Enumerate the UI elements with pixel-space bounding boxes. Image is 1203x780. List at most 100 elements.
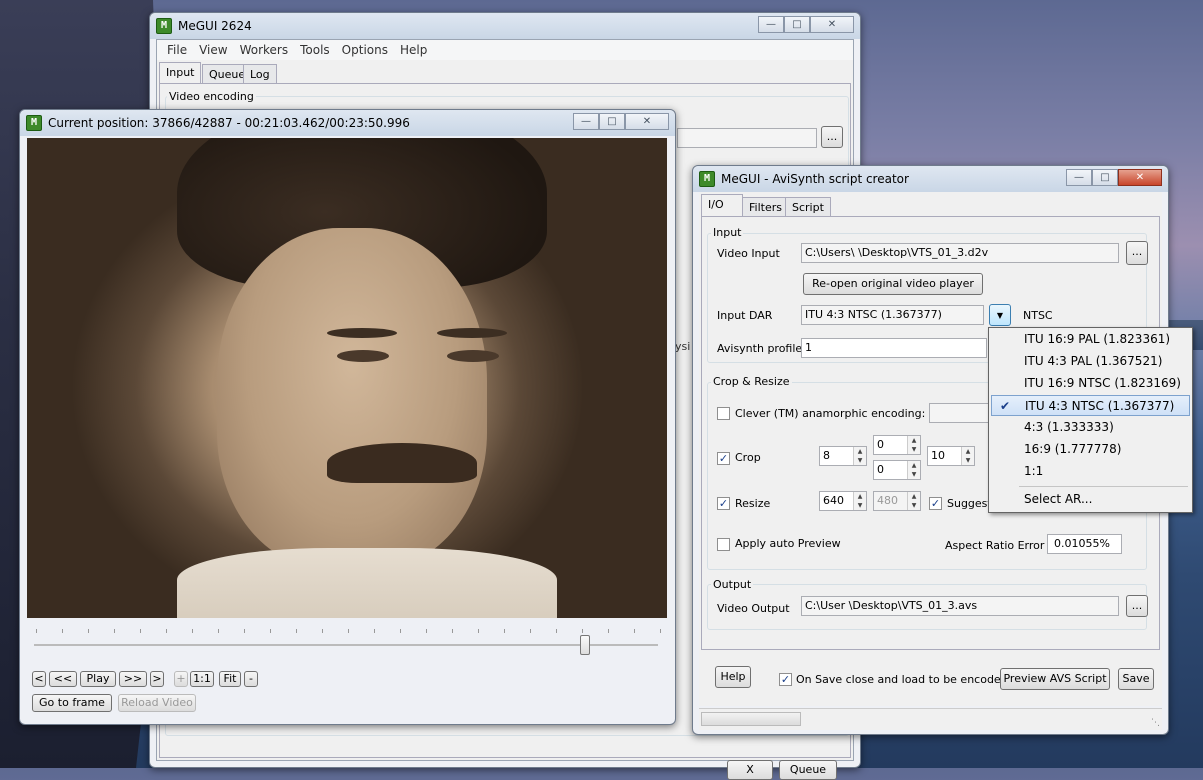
maximize-icon[interactable]: □	[599, 113, 625, 130]
preview-window-title: Current position: 37866/42887 - 00:21:03…	[48, 116, 410, 130]
preview-avs-script-button[interactable]: Preview AVS Script	[1000, 668, 1110, 690]
output-group-title: Output	[711, 578, 754, 591]
fit-button[interactable]: Fit	[219, 671, 241, 687]
clever-anamorphic-combobox[interactable]	[929, 403, 989, 423]
aspect-ratio-error-field[interactable]: 0.01055%	[1047, 534, 1122, 554]
spin-arrows-icon[interactable]: ▲ ▼	[853, 492, 866, 510]
main-window-title: MeGUI 2624	[178, 19, 252, 33]
input-dar-dropdown-button[interactable]: ▼	[989, 304, 1011, 326]
maximize-icon[interactable]: □	[1092, 169, 1118, 186]
crop-right-stepper[interactable]: 10 ▲ ▼	[927, 446, 975, 466]
frame-brow-right	[437, 328, 507, 338]
spin-arrows-icon[interactable]: ▲ ▼	[853, 447, 866, 465]
minimize-icon[interactable]: —	[1066, 169, 1092, 186]
auto-preview-checkbox[interactable]	[717, 538, 730, 551]
tab-script[interactable]: Script	[785, 197, 831, 217]
slider-tick	[244, 629, 245, 633]
spin-arrows-icon[interactable]: ▲ ▼	[907, 436, 920, 454]
close-icon[interactable]: ✕	[810, 16, 854, 33]
menu-options[interactable]: Options	[336, 43, 394, 57]
on-save-checkbox[interactable]: ✓	[779, 673, 792, 686]
close-icon[interactable]: ✕	[625, 113, 669, 130]
tab-log[interactable]: Log	[243, 64, 277, 84]
menu-workers[interactable]: Workers	[234, 43, 295, 57]
help-button[interactable]: Help	[715, 666, 751, 688]
play-button[interactable]: Play	[80, 671, 116, 687]
position-slider-track[interactable]	[34, 644, 658, 646]
slider-tick	[114, 629, 115, 633]
dar-option-itu-16-9-ntsc[interactable]: ITU 16:9 NTSC (1.823169)	[991, 373, 1190, 394]
slider-tick	[660, 629, 661, 633]
crop-left-stepper[interactable]: 8 ▲ ▼	[819, 446, 867, 466]
avs-title-bar[interactable]: M MeGUI - AviSynth script creator — □ ✕	[693, 166, 1168, 192]
video-input-label: Video Input	[717, 247, 780, 260]
dar-option-16-9[interactable]: 16:9 (1.777778)	[991, 439, 1190, 460]
fast-forward-button[interactable]: >>	[119, 671, 147, 687]
dar-option-itu-4-3-pal[interactable]: ITU 4:3 PAL (1.367521)	[991, 351, 1190, 372]
minimize-icon[interactable]: —	[573, 113, 599, 130]
dar-option-select-ar[interactable]: Select AR...	[991, 489, 1190, 510]
zoom-in-button[interactable]: +	[174, 671, 188, 687]
video-output-browse-button[interactable]: ...	[1126, 595, 1148, 617]
dar-option-itu-16-9-pal[interactable]: ITU 16:9 PAL (1.823361)	[991, 329, 1190, 350]
one-to-one-button[interactable]: 1:1	[190, 671, 214, 687]
spin-arrows-icon[interactable]: ▲ ▼	[907, 492, 920, 510]
zoom-out-button[interactable]: -	[244, 671, 258, 687]
resize-width-stepper[interactable]: 640 ▲ ▼	[819, 491, 867, 511]
video-frame-preview	[27, 138, 667, 618]
maximize-icon[interactable]: □	[784, 16, 810, 33]
dar-option-4-3[interactable]: 4:3 (1.333333)	[991, 417, 1190, 438]
reload-video-button[interactable]: Reload Video	[118, 694, 196, 712]
menu-help[interactable]: Help	[394, 43, 433, 57]
video-output-label: Video Output	[717, 602, 790, 615]
main-browse-button[interactable]: ...	[821, 126, 843, 148]
input-dar-combobox[interactable]: ITU 4:3 NTSC (1.367377)	[801, 305, 984, 325]
suggest-label: Suggest	[947, 497, 992, 510]
crop-bottom-stepper[interactable]: 0 ▲ ▼	[873, 460, 921, 480]
tab-input[interactable]: Input	[159, 62, 202, 84]
menu-view[interactable]: View	[193, 43, 233, 57]
slider-tick	[296, 629, 297, 633]
clever-anamorphic-checkbox[interactable]	[717, 407, 730, 420]
prev-frame-button[interactable]: <	[32, 671, 46, 687]
video-output-field[interactable]: C:\User \Desktop\VTS_01_3.avs	[801, 596, 1119, 616]
dar-option-label: ITU 4:3 NTSC (1.367377)	[1025, 399, 1175, 413]
crop-top-stepper[interactable]: 0 ▲ ▼	[873, 435, 921, 455]
go-to-frame-button[interactable]: Go to frame	[32, 694, 112, 712]
resize-height-stepper[interactable]: 480 ▲ ▼	[873, 491, 921, 511]
preview-title-bar[interactable]: M Current position: 37866/42887 - 00:21:…	[20, 110, 675, 136]
main-title-bar[interactable]: M MeGUI 2624 — □ ✕	[150, 13, 860, 39]
tab-filters[interactable]: Filters	[742, 197, 789, 217]
next-frame-button[interactable]: >	[150, 671, 164, 687]
rewind-button[interactable]: <<	[49, 671, 77, 687]
reopen-video-player-button[interactable]: Re-open original video player	[803, 273, 983, 295]
crop-checkbox[interactable]: ✓	[717, 452, 730, 465]
close-icon[interactable]: ✕	[1118, 169, 1162, 186]
minimize-icon[interactable]: —	[758, 16, 784, 33]
suggest-checkbox[interactable]: ✓	[929, 497, 942, 510]
crop-label: Crop	[735, 451, 761, 464]
spin-arrows-icon[interactable]: ▲ ▼	[961, 447, 974, 465]
dar-option-1-1[interactable]: 1:1	[991, 461, 1190, 482]
main-file-field[interactable]	[677, 128, 817, 148]
position-slider-thumb[interactable]	[579, 635, 590, 655]
resize-checkbox[interactable]: ✓	[717, 497, 730, 510]
save-button[interactable]: Save	[1118, 668, 1154, 690]
menu-file[interactable]: File	[161, 43, 193, 57]
video-input-field[interactable]: C:\Users\ \Desktop\VTS_01_3.d2v	[801, 243, 1119, 263]
crop-top-value: 0	[877, 438, 884, 451]
input-group-title: Input	[711, 226, 744, 239]
menu-tools[interactable]: Tools	[294, 43, 336, 57]
dar-option-itu-4-3-ntsc[interactable]: ✔ ITU 4:3 NTSC (1.367377)	[991, 395, 1190, 416]
avisynth-profile-combobox[interactable]: 1	[801, 338, 987, 358]
tab-io[interactable]: I/O	[701, 194, 743, 217]
slider-tick	[62, 629, 63, 633]
spin-arrows-icon[interactable]: ▲ ▼	[907, 461, 920, 479]
auto-preview-label: Apply auto Preview	[735, 537, 841, 550]
main-queue-button[interactable]: Queue	[779, 760, 837, 780]
avs-window-title: MeGUI - AviSynth script creator	[721, 172, 909, 186]
megui-app-icon: M	[699, 171, 715, 187]
video-input-browse-button[interactable]: ...	[1126, 241, 1148, 265]
main-x-button[interactable]: X	[727, 760, 773, 780]
resize-grip-icon[interactable]: ⋱	[1151, 718, 1160, 728]
